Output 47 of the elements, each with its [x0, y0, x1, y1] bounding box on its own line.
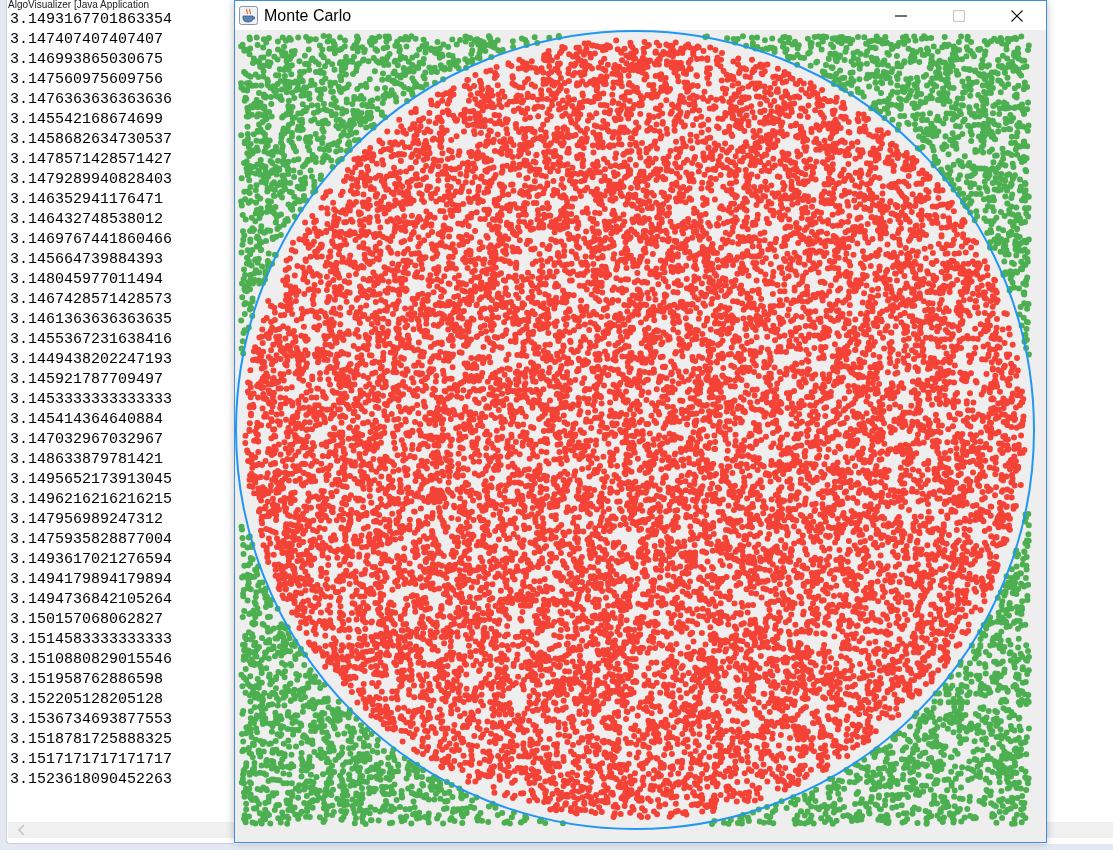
minimize-icon[interactable] [895, 14, 907, 17]
output-line: 3.1467428571428573 [10, 290, 173, 310]
output-line: 3.1449438202247193 [10, 350, 173, 370]
output-line: 3.1518781725888325 [10, 730, 173, 750]
output-line: 3.147560975609756 [10, 70, 164, 90]
output-line: 3.147407407407407 [10, 30, 164, 50]
output-line: 3.145921787709497 [10, 370, 164, 390]
output-line: 3.147956989247312 [10, 510, 164, 530]
output-line: 3.1461363636363635 [10, 310, 173, 330]
output-line: 3.1493167701863354 [10, 10, 173, 30]
output-line: 3.152205128205128 [10, 690, 164, 710]
output-line: 3.147032967032967 [10, 430, 164, 450]
output-line: 3.1517171717171717 [10, 750, 173, 770]
console-title: AlgoVisualizer [Java Application [8, 0, 149, 10]
output-line: 3.145542168674699 [10, 110, 164, 130]
output-line: 3.1493617021276594 [10, 550, 173, 570]
scrollbar-track[interactable] [1047, 822, 1113, 838]
output-line: 3.1514583333333333 [10, 630, 173, 650]
output-line: 3.1475935828877004 [10, 530, 173, 550]
output-line: 3.1478571428571427 [10, 150, 173, 170]
output-line: 3.146432748538012 [10, 210, 164, 230]
output-line: 3.145414364640884 [10, 410, 164, 430]
window-title: Monte Carlo [264, 6, 352, 25]
chevron-left-icon[interactable] [18, 824, 25, 836]
output-line: 3.146352941176471 [10, 190, 164, 210]
output-line: 3.146993865030675 [10, 50, 164, 70]
output-line: 3.145664739884393 [10, 250, 164, 270]
output-line: 3.1510880829015546 [10, 650, 173, 670]
output-line: 3.1469767441860466 [10, 230, 173, 250]
output-line: 3.1479289940828403 [10, 170, 173, 190]
output-line: 3.1536734693877553 [10, 710, 173, 730]
close-icon[interactable] [1011, 9, 1023, 22]
output-line: 3.1523618090452263 [10, 770, 173, 790]
output-line: 3.1494736842105264 [10, 590, 173, 610]
horizontal-scrollbar[interactable] [8, 822, 234, 838]
output-line: 3.1495652173913045 [10, 470, 173, 490]
output-line: 3.148633879781421 [10, 450, 164, 470]
coffee-cup-icon [239, 6, 258, 25]
output-line: 3.1455367231638416 [10, 330, 173, 350]
output-line: 3.1496216216216215 [10, 490, 173, 510]
output-line: 3.151958762886598 [10, 670, 164, 690]
output-line: 3.1453333333333333 [10, 390, 173, 410]
output-line: 3.1476363636363636 [10, 90, 173, 110]
output-line: 3.148045977011494 [10, 270, 164, 290]
output-line: 3.1494179894179894 [10, 570, 173, 590]
output-line: 3.150157068062827 [10, 610, 164, 630]
output-line: 3.1458682634730537 [10, 130, 173, 150]
